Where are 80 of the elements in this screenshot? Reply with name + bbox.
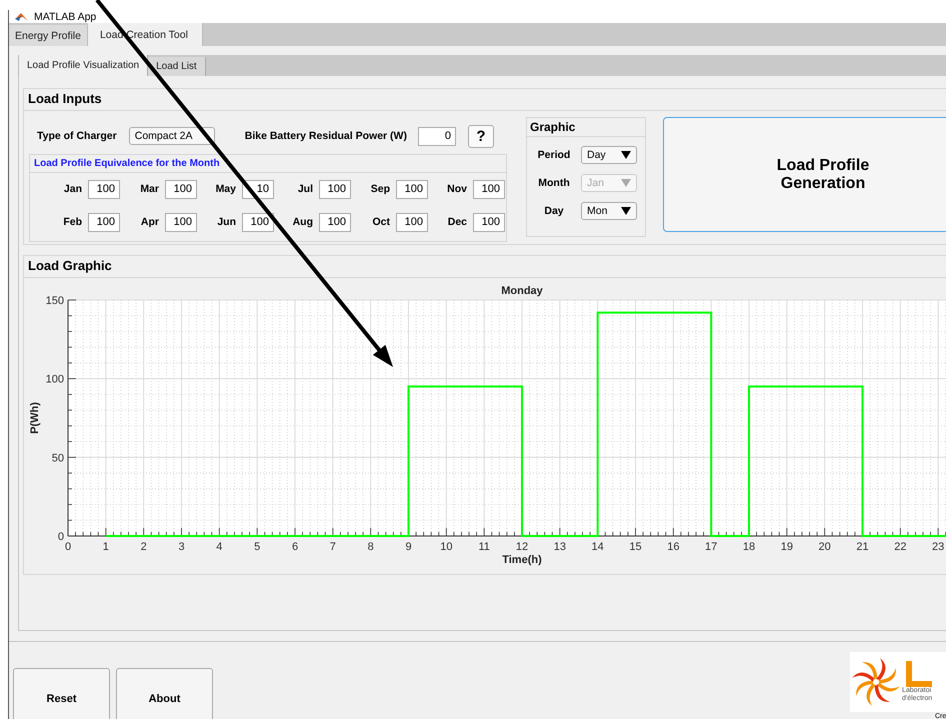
action-button[interactable]: About [116,668,213,719]
x-tick-label: 21 [856,541,869,553]
field-label: Day [543,205,565,217]
x-tick-label: 20 [818,541,831,553]
panel-title: Load Inputs [24,89,946,111]
tab[interactable]: Load Profile Visualization [19,55,148,76]
input-field[interactable]: 100 [473,212,505,232]
month-label: Oct [372,216,390,228]
x-tick-label: 9 [405,541,412,553]
action-button[interactable]: Reset [13,668,110,719]
x-tick-label: 15 [629,541,642,553]
y-tick-label: 100 [46,374,64,386]
input-field[interactable]: 100 [165,180,197,198]
input-field[interactable]: 100 [88,212,120,232]
x-tick-label: 4 [216,541,222,553]
month-label: May [216,183,236,195]
input-field[interactable]: 100 [165,212,197,232]
caret-icon [621,207,631,215]
month-label: Aug [292,216,313,228]
input-field[interactable]: 100 [396,212,428,232]
tab[interactable]: Energy Profile [9,25,88,46]
chart-title: Monday [501,285,543,297]
input-field[interactable]: 100 [88,180,120,198]
x-tick-label: 19 [780,541,793,553]
input-field[interactable]: 100 [319,212,351,232]
input-field[interactable]: 0 [418,126,456,146]
pinwheel-icon [851,655,901,709]
field-label: Period [536,149,572,161]
x-tick-label: 18 [742,541,756,553]
input-field[interactable]: 100 [242,212,274,232]
x-tick-label: 12 [516,541,528,553]
app-icon [15,10,28,22]
x-tick-label: 0 [64,541,72,553]
month-label: Sep [370,183,390,195]
x-tick-label: 17 [705,541,718,553]
x-axis-label: Time(h) [502,554,542,566]
x-tick-label: 10 [440,541,452,553]
input-field[interactable]: 100 [473,180,505,198]
caret-icon [621,151,631,159]
window-title: MATLAB App [34,10,96,22]
month-label: Mar [140,183,159,195]
y-tick-label: 150 [46,295,64,307]
y-tick-label: 50 [52,452,64,464]
x-tick-label: 1 [102,541,109,553]
x-tick-label: 5 [254,541,260,553]
dropdown[interactable]: Mon [581,202,637,220]
x-tick-label: 22 [894,541,906,553]
x-tick-label: 11 [478,541,490,553]
month-label: Jan [64,183,82,195]
tab[interactable]: Load List [148,57,206,76]
month-label: Feb [63,216,82,228]
generate-button[interactable]: Load Profile Generation [663,117,946,232]
y-tick-label: 0 [58,531,64,543]
panel-title: Load Graphic [24,256,946,278]
input-field[interactable]: 100 [396,180,428,198]
field-label: Bike Battery Residual Power (W) [244,130,407,142]
month-label: Nov [447,183,467,195]
x-tick-label: 14 [592,541,604,553]
panel-title: Graphic [527,118,645,137]
x-tick-label: 6 [292,541,298,553]
x-tick-label: 23 [932,541,944,553]
x-tick-label: 8 [368,541,374,553]
charger-dropdown[interactable]: Compact 2A [128,127,215,145]
x-tick-label: 16 [667,541,680,553]
month-label: Dec [448,216,467,228]
y-axis-label: P(Wh) [29,402,41,434]
field-label: Month [537,177,571,189]
x-tick-label: 7 [330,541,336,553]
x-tick-label: 3 [178,541,185,553]
month-label: Jun [217,216,236,228]
field-label: Type of Charger [37,130,117,142]
panel-title: Load Profile Equivalence for the Month [30,155,506,173]
x-tick-label: 2 [140,541,147,553]
month-label: Apr [140,216,159,228]
month-label: Jul [298,183,313,195]
caret-icon [621,179,631,187]
input-field[interactable]: 100 [319,180,351,198]
help-button[interactable]: ? [468,124,494,148]
dropdown[interactable]: Day [581,146,637,164]
x-tick-label: 13 [554,541,566,553]
